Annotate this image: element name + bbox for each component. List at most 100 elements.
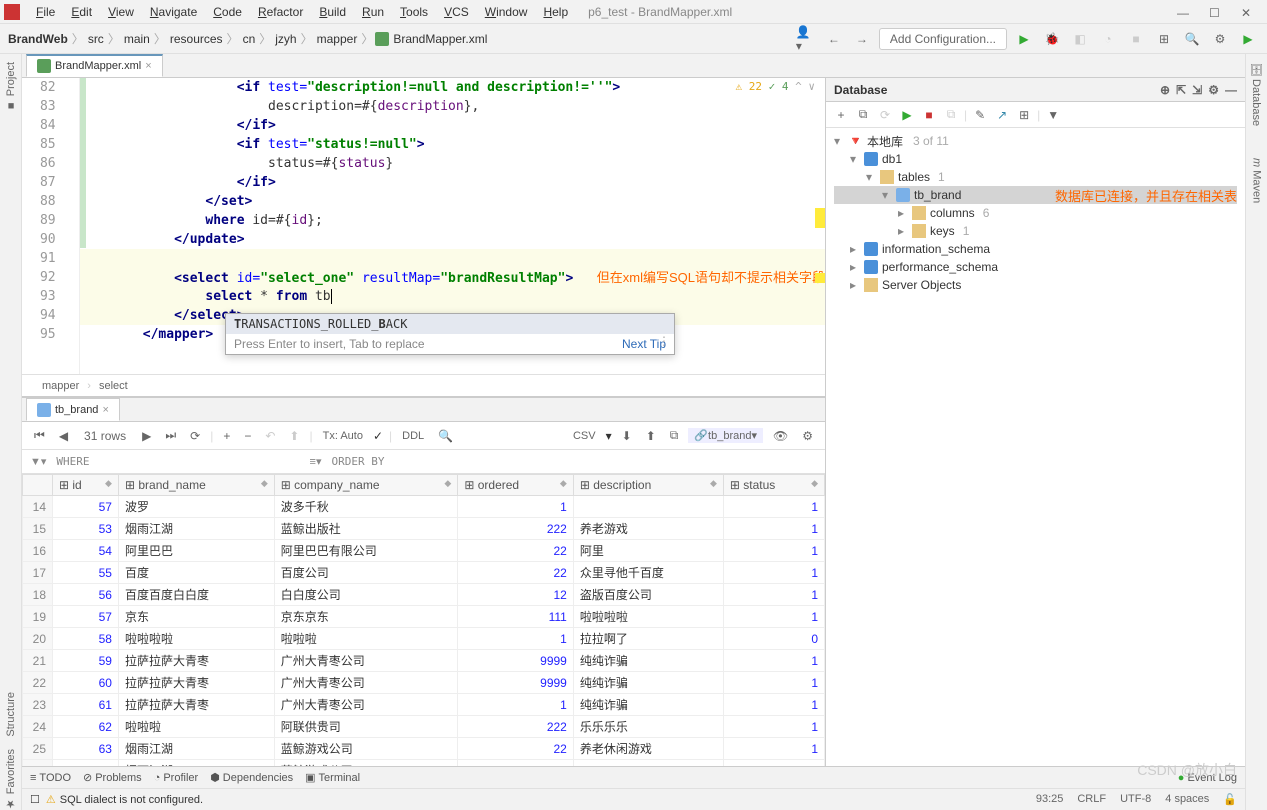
favorites-tool[interactable]: ★ Favorites [4,749,17,810]
diff-icon[interactable]: ⧉ [942,106,960,124]
result-tab[interactable]: tb_brand × [26,398,120,421]
crumb-2[interactable]: main [124,32,150,46]
readonly-icon[interactable]: 🔓 [1223,793,1237,806]
dependencies-tool[interactable]: ⬢ Dependencies [210,771,293,784]
data-grid[interactable]: ⊞ id ◆⊞ brand_name ◆⊞ company_name ◆⊞ or… [22,474,825,766]
settings-table-icon[interactable]: ⚙ [798,427,817,445]
menu-edit[interactable]: Edit [63,3,100,21]
filter-icon[interactable]: ▼▾ [30,455,46,468]
table-row[interactable]: 2058啦啦啦啦啦啦啦1拉拉啊了0 [23,628,825,650]
tab-close-icon[interactable]: × [102,404,108,416]
maximize-button[interactable]: ☐ [1209,6,1221,18]
upload-icon[interactable]: ⬆ [642,427,660,445]
status-message[interactable]: SQL dialect is not configured. [60,794,203,806]
event-log[interactable]: ● Event Log [1178,772,1237,784]
prev-page-icon[interactable]: ◀ [55,427,72,445]
crumb-5[interactable]: jzyh [275,32,296,46]
table-chip[interactable]: 🔗 tb_brand ▾ [688,428,763,443]
crumb-7[interactable]: BrandMapper.xml [393,32,487,46]
gradle-icon[interactable]: ▶ [1237,28,1259,50]
sort-icon[interactable]: ≡▾ [310,455,322,468]
col-ordered[interactable]: ⊞ ordered ◆ [458,475,574,496]
col-status[interactable]: ⊞ status ◆ [723,475,824,496]
commit-icon[interactable]: ⬆ [285,427,303,445]
table-row[interactable]: 1457波罗波多千秋11 [23,496,825,518]
editor-tab-brandmapper[interactable]: BrandMapper.xml × [26,54,163,77]
indent-info[interactable]: 4 spaces [1165,793,1209,806]
autocomplete-more-icon[interactable]: ⋮ [658,334,670,348]
todo-tool[interactable]: ≡ TODO [30,771,71,784]
target-icon[interactable]: ⊕ [1160,83,1170,97]
table-row[interactable]: 2462啦啦啦阿联供贵司222乐乐乐乐1 [23,716,825,738]
menu-view[interactable]: View [100,3,142,21]
close-button[interactable]: ✕ [1241,6,1253,18]
collapse-icon[interactable]: ⇲ [1192,83,1202,97]
table-row[interactable]: 1755百度百度公司22众里寻他千百度1 [23,562,825,584]
table-row[interactable]: 1654阿里巴巴阿里巴巴有限公司22阿里1 [23,540,825,562]
caret-position[interactable]: 93:25 [1036,793,1064,806]
search-table-icon[interactable]: 🔍 [434,427,457,445]
col-id[interactable]: ⊞ id ◆ [53,475,119,496]
settings-icon[interactable]: ⚙ [1209,28,1231,50]
panel-settings-icon[interactable]: ⚙ [1208,83,1219,97]
database-tool-button[interactable]: 🗄 Database [1250,62,1263,126]
database-tree[interactable]: ▾🔻本地库3 of 11 ▾db1 ▾tables1 ▾tb_brand数据库已… [826,128,1245,766]
minimize-button[interactable]: — [1177,6,1189,18]
line-separator[interactable]: CRLF [1077,793,1106,806]
stop-sql-icon[interactable]: ■ [920,106,938,124]
table-row[interactable]: 2361拉萨拉萨大青枣广州大青枣公司1纯纯诈骗1 [23,694,825,716]
menu-run[interactable]: Run [354,3,392,21]
first-page-icon[interactable]: ⏮ [30,426,49,445]
profiler-tool[interactable]: ◔ Profiler [154,771,199,784]
autocomplete-item[interactable]: TRANSACTIONS_ROLLED_BACK [226,314,674,334]
problems-tool[interactable]: ⊘ Problems [83,771,142,784]
add-datasource-icon[interactable]: + [832,106,850,124]
col-company_name[interactable]: ⊞ company_name ◆ [274,475,458,496]
menu-file[interactable]: File [28,3,63,21]
col-description[interactable]: ⊞ description ◆ [573,475,723,496]
run-icon[interactable]: ▶ [1013,28,1035,50]
sync-icon[interactable]: ⟳ [876,106,894,124]
hide-icon[interactable]: — [1225,83,1237,97]
last-page-icon[interactable]: ⏭ [161,426,180,445]
structure-icon[interactable]: ⊞ [1153,28,1175,50]
crumb-4[interactable]: cn [243,32,256,46]
search-icon[interactable]: 🔍 [1181,28,1203,50]
crumb-6[interactable]: mapper [317,32,358,46]
terminal-tool[interactable]: ▣ Terminal [305,771,360,784]
jump-icon[interactable]: ↗ [993,106,1011,124]
crumb-0[interactable]: BrandWeb [8,32,68,46]
copy-ds-icon[interactable]: ⧉ [854,106,872,124]
crumb-3[interactable]: resources [170,32,223,46]
file-encoding[interactable]: UTF-8 [1120,793,1151,806]
refresh-icon[interactable]: ⟳ [186,427,204,445]
col-brand_name[interactable]: ⊞ brand_name ◆ [118,475,274,496]
copy-icon[interactable]: ⧉ [666,426,683,445]
menu-window[interactable]: Window [477,3,536,21]
export-format[interactable]: CSV [569,428,600,444]
add-row-icon[interactable]: + [219,427,234,445]
orderby-label[interactable]: ORDER BY [332,455,385,468]
fold-column[interactable] [68,78,81,374]
table-row[interactable]: 1553烟雨江湖蓝鲸出版社222养老游戏1 [23,518,825,540]
revert-icon[interactable]: ↶ [261,427,279,445]
where-label[interactable]: WHERE [56,455,89,468]
tab-close-icon[interactable]: × [145,60,151,72]
remove-row-icon[interactable]: − [240,427,255,445]
menu-navigate[interactable]: Navigate [142,3,205,21]
editor-breadcrumb[interactable]: mapper › select [22,374,825,396]
autocomplete-popup[interactable]: TRANSACTIONS_ROLLED_BACK Press Enter to … [225,313,675,355]
table-row[interactable]: 1957京东京东京东111啦啦啦啦1 [23,606,825,628]
table-row[interactable]: 2159拉萨拉萨大青枣广州大青枣公司9999纯纯诈骗1 [23,650,825,672]
new-console-icon[interactable]: ✎ [971,106,989,124]
datasource-props-icon[interactable]: ⊞ [1015,106,1033,124]
crumb-1[interactable]: src [88,32,104,46]
table-row[interactable]: 1856百度百度白白度白白度公司12盗版百度公司1 [23,584,825,606]
menu-build[interactable]: Build [311,3,354,21]
menu-code[interactable]: Code [205,3,250,21]
next-page-icon[interactable]: ▶ [138,427,155,445]
debug-icon[interactable]: 🐞 [1041,28,1063,50]
menu-help[interactable]: Help [535,3,576,21]
project-tool[interactable]: ■ Project [5,62,17,111]
maven-tool[interactable]: m Maven [1251,158,1263,203]
